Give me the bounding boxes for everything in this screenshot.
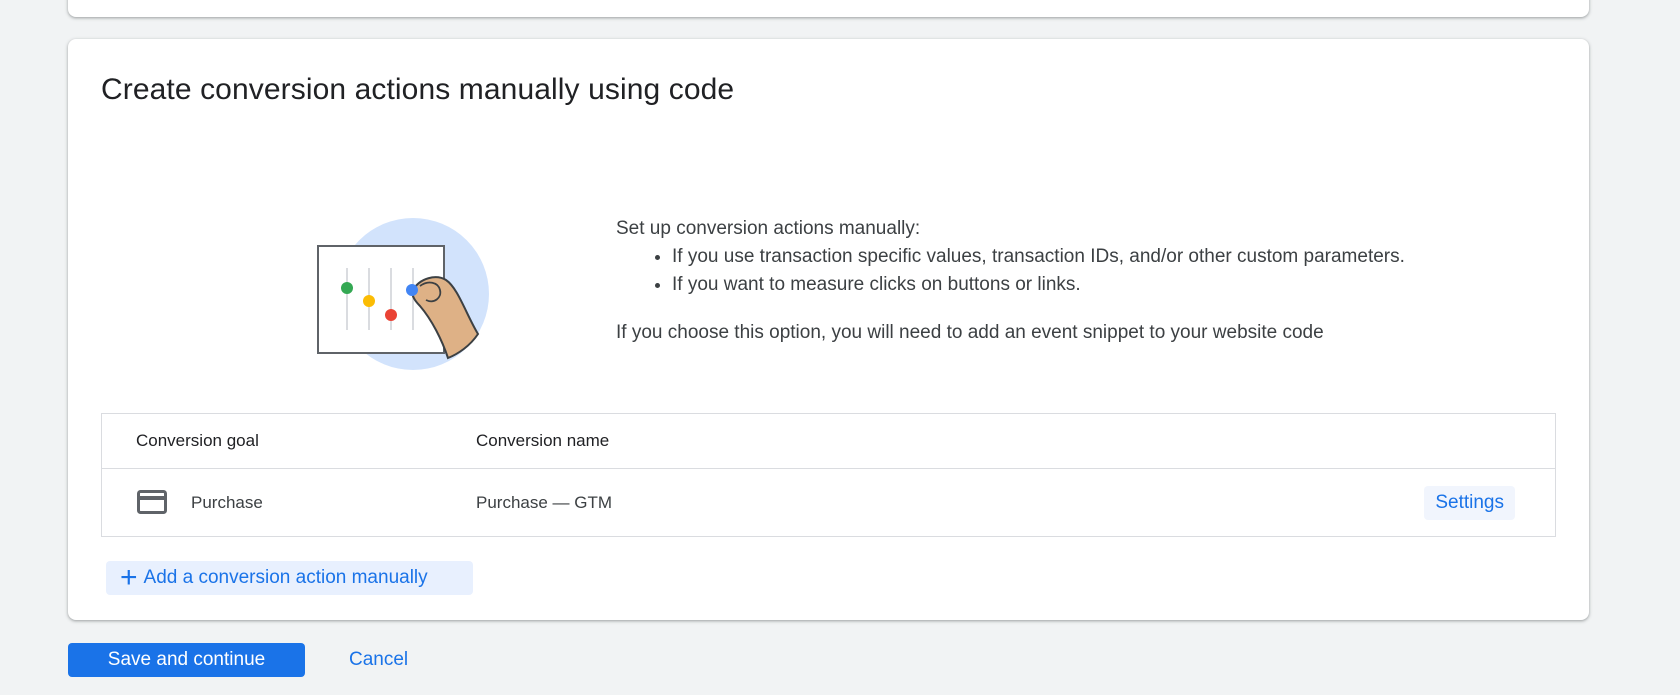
conversion-name-cell: Purchase — GTM <box>476 493 613 512</box>
sliders-hand-illustration <box>248 194 498 389</box>
event-snippet-note: If you choose this option, you will need… <box>616 322 1324 343</box>
save-and-continue-button[interactable]: Save and continue <box>68 643 305 677</box>
use-case-item: If you use transaction specific values, … <box>672 243 1516 271</box>
section-title: Create conversion actions manually using… <box>101 73 735 106</box>
table-header: Conversion goal Conversion name <box>102 414 1555 469</box>
conversion-goal-cell: Purchase <box>191 493 263 512</box>
use-case-item: If you want to measure clicks on buttons… <box>672 271 1516 299</box>
add-conversion-action-button[interactable]: + Add a conversion action manually <box>106 561 473 595</box>
column-header-goal: Conversion goal <box>136 431 259 450</box>
intro-text: Set up conversion actions manually: <box>616 218 921 239</box>
previous-section-card <box>68 0 1589 17</box>
cancel-button[interactable]: Cancel <box>335 643 422 677</box>
column-header-name: Conversion name <box>476 431 610 450</box>
manual-code-section-card: Create conversion actions manually using… <box>68 39 1589 620</box>
plus-icon: + <box>120 561 138 594</box>
credit-card-icon <box>137 490 167 514</box>
add-conversion-action-label: Add a conversion action manually <box>143 567 428 588</box>
settings-button[interactable]: Settings <box>1424 486 1515 520</box>
table-row: Purchase Purchase — GTM Settings <box>102 469 1555 537</box>
description-block: Set up conversion actions manually: If y… <box>616 215 1516 347</box>
use-case-list: If you use transaction specific values, … <box>672 243 1516 299</box>
conversion-actions-table: Conversion goal Conversion name Purchase… <box>101 413 1556 537</box>
